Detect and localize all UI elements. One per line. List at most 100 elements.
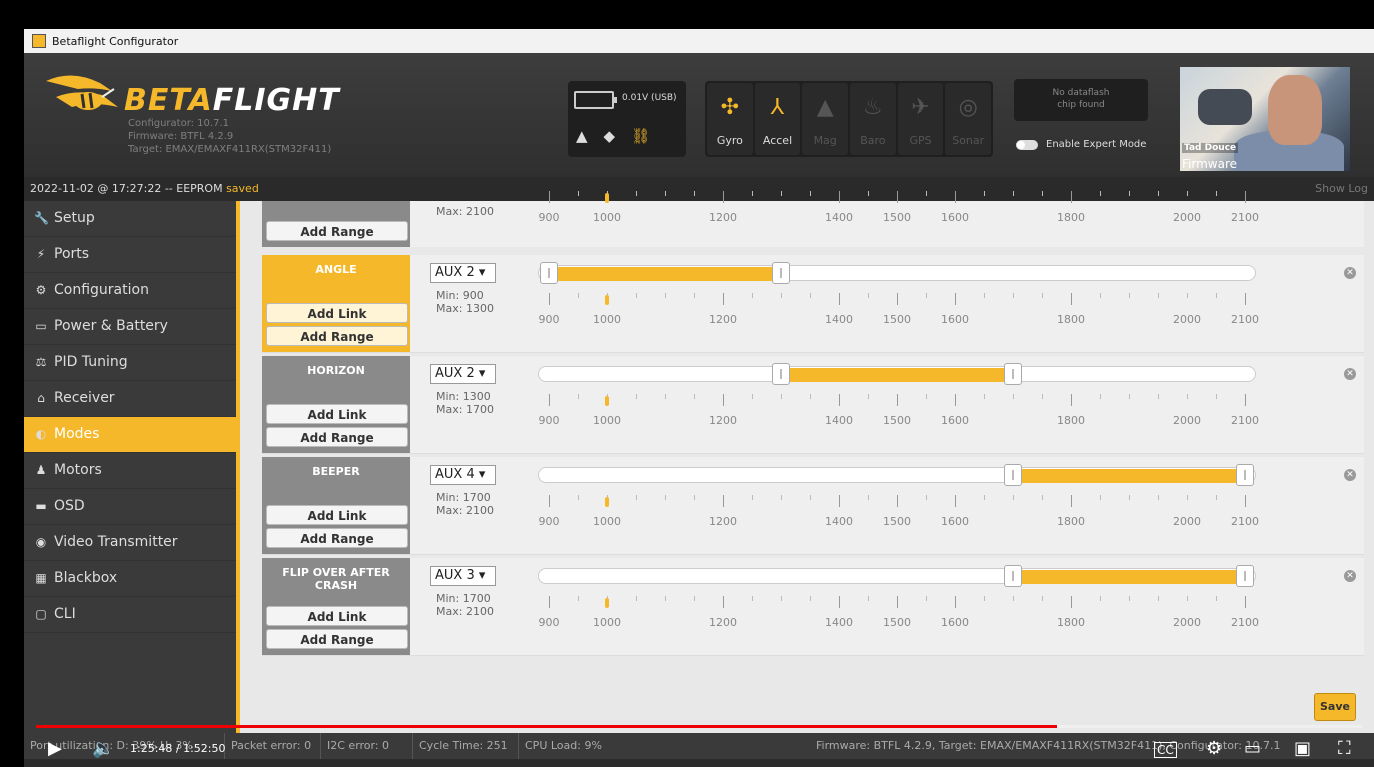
battery-voltage: 0.01V (USB) [622, 93, 677, 103]
save-button[interactable]: Save [1314, 693, 1356, 721]
cast-icon[interactable]: ▣ [1294, 738, 1311, 759]
sidebar-item-blackbox[interactable]: ▦ Blackbox [24, 561, 236, 597]
captions-icon[interactable]: CC [1154, 742, 1177, 758]
fullscreen-icon[interactable]: ⛶ [1338, 738, 1351, 759]
range-max-handle[interactable] [1004, 363, 1022, 385]
scale-label: 2000 [1173, 414, 1201, 427]
add-range-button[interactable]: Add Range [266, 427, 408, 447]
mag-icon: ▲ [816, 95, 834, 120]
aux-channel-select[interactable]: AUX 2 ▾ [430, 364, 496, 384]
remove-range-icon[interactable]: ✕ [1344, 570, 1356, 582]
remove-range-icon[interactable]: ✕ [1344, 469, 1356, 481]
scale-tick [868, 394, 869, 399]
range-max-handle[interactable] [1236, 565, 1254, 587]
miniplayer-icon[interactable]: ▭ [1244, 738, 1261, 759]
scale-label: 1000 [593, 616, 621, 629]
scale-tick [897, 596, 898, 608]
scale-tick [636, 495, 637, 500]
title-bar: Betaflight Configurator [24, 29, 1374, 53]
scale-tick [1158, 495, 1159, 500]
scale-tick [694, 596, 695, 601]
expert-mode-toggle[interactable] [1016, 139, 1038, 150]
settings-gear-icon[interactable]: ⚙ [1206, 738, 1222, 759]
video-progress-played [36, 725, 1058, 728]
range-max: Max: 2100 [436, 205, 494, 218]
scale-tick [1187, 495, 1188, 500]
range-max-handle[interactable] [1236, 464, 1254, 486]
add-link-button[interactable]: Add Link [266, 404, 408, 424]
sidebar-item-power-battery[interactable]: ▭ Power & Battery [24, 309, 236, 345]
remove-range-icon[interactable]: ✕ [1344, 267, 1356, 279]
scale-label: 1200 [709, 211, 737, 224]
range-min-handle[interactable] [1004, 565, 1022, 587]
scale-tick [1158, 293, 1159, 298]
sidebar-item-configuration[interactable]: ⚙ Configuration [24, 273, 236, 309]
range-scale: 900 1000 1200 1400 1500 1600 1800 2000 2100 [538, 289, 1259, 329]
scale-label: 1600 [941, 616, 969, 629]
add-link-button[interactable]: Add Link [266, 606, 408, 626]
scale-tick [1100, 495, 1101, 500]
dataflash-status: No dataflash chip found [1014, 79, 1148, 121]
scale-tick [578, 394, 579, 399]
show-log-link[interactable]: Show Log [1315, 177, 1368, 201]
sensor-label: Accel [762, 134, 793, 147]
play-icon[interactable]: ▶ [48, 738, 62, 759]
range-max-handle[interactable] [772, 262, 790, 284]
sidebar-item-osd[interactable]: ▬ OSD [24, 489, 236, 525]
sidebar-item-video-transmitter[interactable]: ◉ Video Transmitter [24, 525, 236, 561]
scale-tick [1245, 191, 1246, 203]
modes-content: Add Range Max: 2100 900 1000 1200 1400 1500 1… [240, 191, 1374, 741]
scale-tick [665, 596, 666, 601]
aux-channel-select[interactable]: AUX 3 ▾ [430, 566, 496, 586]
add-range-button[interactable]: Add Range [266, 326, 408, 346]
range-min-handle[interactable] [540, 262, 558, 284]
scale-tick [868, 495, 869, 500]
scale-tick [1013, 191, 1014, 196]
mode-name: BEEPER [312, 465, 360, 478]
range-values: Min: 1300 Max: 1700 [436, 390, 494, 416]
sidebar-item-pid-tuning[interactable]: ⚖ PID Tuning [24, 345, 236, 381]
channel-position-marker [605, 598, 609, 608]
add-link-button[interactable]: Add Link [266, 505, 408, 525]
add-link-button[interactable]: Add Link [266, 303, 408, 323]
add-range-button[interactable]: Add Range [266, 629, 408, 649]
aux-channel-select[interactable]: AUX 2 ▾ [430, 263, 496, 283]
scale-tick [926, 293, 927, 298]
channel-position-marker [605, 193, 609, 203]
scale-label: 1500 [883, 515, 911, 528]
scale-label: 2100 [1231, 515, 1259, 528]
scale-tick [781, 293, 782, 298]
aux-channel-select[interactable]: AUX 4 ▾ [430, 465, 496, 485]
sidebar-item-ports[interactable]: ⚡ Ports [24, 237, 236, 273]
sidebar-item-modes[interactable]: ◐ Modes [24, 417, 236, 453]
sidebar-item-cli[interactable]: ▢ CLI [24, 597, 236, 633]
scale-tick [839, 191, 840, 203]
remove-range-icon[interactable]: ✕ [1344, 368, 1356, 380]
range-min-handle[interactable] [1004, 464, 1022, 486]
scale-tick [1129, 596, 1130, 601]
range-min-handle[interactable] [772, 363, 790, 385]
scale-tick [1071, 394, 1072, 406]
sidebar-item-motors[interactable]: ♟ Motors [24, 453, 236, 489]
volume-icon[interactable]: 🔈 [92, 738, 114, 759]
scale-tick [1013, 293, 1014, 298]
sidebar-item-receiver[interactable]: ⌂ Receiver [24, 381, 236, 417]
scale-tick [1245, 293, 1246, 305]
scale-tick [839, 495, 840, 507]
scale-tick [955, 596, 956, 608]
scale-tick [1071, 191, 1072, 203]
video-progress-bar[interactable] [36, 725, 1362, 728]
sidebar-item-label: Blackbox [54, 570, 118, 586]
scale-tick [578, 596, 579, 601]
gps-icon: ✈ [911, 95, 930, 120]
battery-panel: 0.01V (USB) ▲ ◆ ⛓ [568, 81, 686, 157]
add-range-button[interactable]: Add Range [266, 528, 408, 548]
scale-label: 1800 [1057, 211, 1085, 224]
add-range-button[interactable]: Add Range [266, 221, 408, 241]
sidebar-item-label: Motors [54, 462, 102, 478]
sidebar-item-setup[interactable]: 🔧 Setup [24, 201, 236, 237]
sidebar-item-label: Receiver [54, 390, 115, 406]
scale-label: 2000 [1173, 313, 1201, 326]
scale-tick [1013, 495, 1014, 500]
gyro-icon: ✣ [720, 95, 740, 120]
